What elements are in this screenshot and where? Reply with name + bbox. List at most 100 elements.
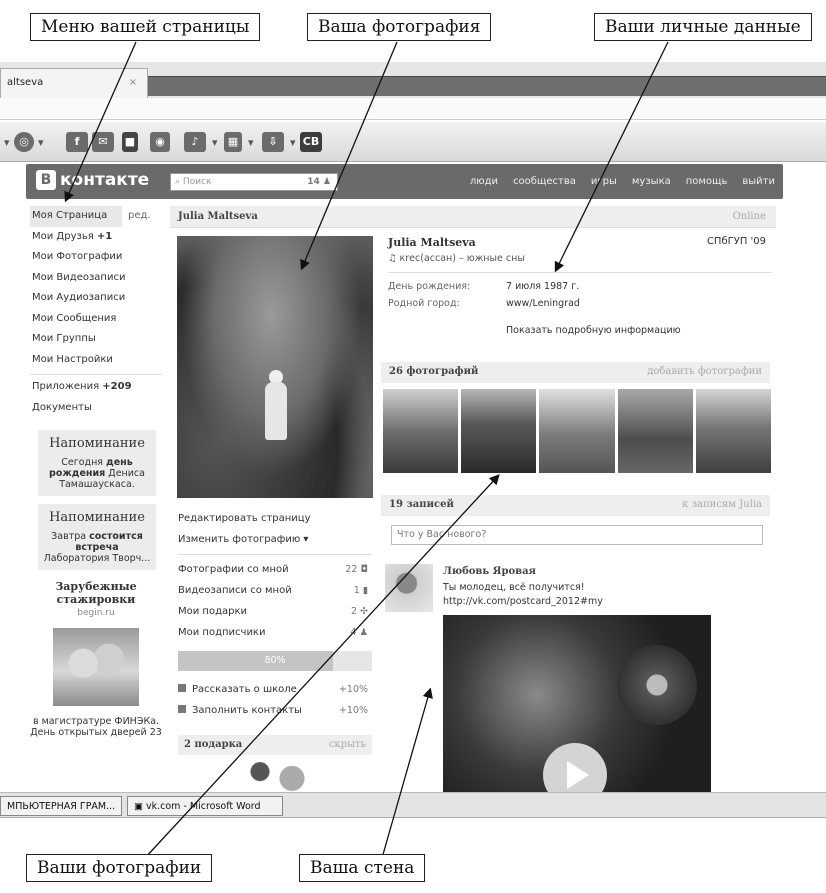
cb-icon[interactable]: CB (300, 132, 322, 152)
gifts-header: 2 подарка скрыть (178, 735, 372, 755)
edit-link[interactable]: ред. (128, 206, 151, 226)
menu-divider (30, 374, 162, 375)
task-school[interactable]: Рассказать о школе +10% (178, 679, 372, 700)
compass-icon[interactable]: ◎ (14, 132, 34, 152)
menu-item-photos[interactable]: Мои Фотографии (30, 247, 162, 268)
dropdown-icon[interactable]: ▾ (4, 136, 10, 149)
photo-thumbnail[interactable] (383, 389, 459, 473)
search-icon: ⌕ (175, 177, 181, 187)
reminder-meeting[interactable]: Напоминание Завтра состоится встреча Лаб… (38, 504, 156, 570)
tab-strip (148, 76, 826, 96)
address-bar[interactable] (0, 98, 826, 120)
videos-with-me-link[interactable]: Видеозаписи со мной 1 ▮ (178, 580, 372, 601)
grid-icon[interactable]: ▦ (224, 132, 242, 152)
wall-count[interactable]: 19 записей (389, 499, 454, 510)
reminder-birthday[interactable]: Напоминание Сегодня день рождения Дениса… (38, 430, 156, 496)
menu-item-audio[interactable]: Мои Аудиозаписи (30, 288, 162, 309)
task-contacts[interactable]: Заполнить контакты +10% (178, 700, 372, 721)
dropdown-icon[interactable]: ▾ (38, 136, 44, 149)
menu-item-apps[interactable]: Приложения +209 (30, 377, 162, 398)
email-icon[interactable]: ✉ (92, 132, 114, 152)
birthday-row: День рождения: 7 июля 1987 г. (388, 281, 772, 298)
vk-logo[interactable]: B контакте (36, 170, 149, 190)
menu-item-videos[interactable]: Мои Видеозаписи (30, 268, 162, 289)
post-link[interactable]: http://vk.com/postcard_2012#my (443, 596, 603, 607)
photos-with-me-link[interactable]: Фотографии со мной 22 ◘ (178, 559, 372, 580)
reminder-title: Напоминание (49, 436, 145, 451)
wall-post-input[interactable]: Что у Вас нового? (391, 525, 763, 545)
post-author[interactable]: Любовь Яровая (443, 566, 536, 577)
photos-title[interactable]: 26 фотографий (389, 366, 478, 377)
profile-photo[interactable] (177, 236, 373, 498)
taskbar-button-document[interactable]: МПЬЮТЕРНАЯ ГРАМ... (0, 796, 122, 816)
callout-wall: Ваша стена (299, 854, 426, 882)
download-icon[interactable]: ⇩ (262, 132, 284, 152)
nav-logout[interactable]: выйти (742, 176, 775, 187)
birthday-value[interactable]: 7 июля 1987 г. (506, 281, 579, 298)
birthday-label: День рождения: (388, 281, 471, 292)
windows-taskbar: МПЬЮТЕРНАЯ ГРАМ... ▣ vk.com - Microsoft … (0, 792, 826, 818)
divider (178, 554, 372, 555)
menu-item-documents[interactable]: Документы (30, 398, 162, 419)
online-status: Online (732, 211, 766, 222)
menu-item-messages[interactable]: Мои Сообщения (30, 309, 162, 330)
camera-icon[interactable]: ■ (122, 132, 138, 152)
menu-item-settings[interactable]: Мои Настройки (30, 350, 162, 371)
school-icon (178, 684, 186, 692)
subscribers-link[interactable]: Мои подписчики 4 ♟ (178, 622, 372, 643)
wall-link[interactable]: к записям Julia (682, 499, 762, 510)
ad-title: Зарубежные стажировки (55, 580, 137, 606)
facebook-icon[interactable]: f (66, 132, 88, 152)
post-video[interactable] (443, 615, 711, 793)
taskbar-button-word[interactable]: ▣ vk.com - Microsoft Word (127, 796, 283, 816)
photo-thumbnail[interactable] (461, 389, 537, 473)
post-text: Ты молодец, всё получится! (443, 582, 585, 593)
divider (388, 272, 772, 273)
ad-site: begin.ru (77, 608, 115, 618)
menu-item-groups[interactable]: Мои Группы (30, 329, 162, 350)
university[interactable]: СПбГУП '09 (707, 236, 766, 247)
gifts-count: 2 ✣ (350, 606, 368, 617)
nav-games[interactable]: игры (591, 176, 617, 187)
status-line[interactable]: ♫ кrес(ассан) – южные сны (388, 253, 772, 264)
advertisement[interactable]: Зарубежные стажировки begin.ru в магистр… (30, 580, 162, 738)
nav-music[interactable]: музыка (632, 176, 671, 187)
record-icon[interactable]: ◉ (150, 132, 170, 152)
post-author-avatar[interactable] (385, 564, 433, 612)
browser-tab[interactable]: altseva × (0, 68, 148, 98)
menu-item-friends[interactable]: Мои Друзья +1 (30, 227, 162, 248)
search-count: 14 ♟ (307, 177, 331, 187)
edit-page-link[interactable]: Редактировать страницу (178, 508, 372, 529)
play-icon[interactable] (543, 743, 607, 793)
search-input[interactable]: ⌕ Поиск 14 ♟ (170, 173, 338, 191)
menu-item-my-page[interactable]: Моя Страница ред. (30, 206, 151, 227)
nav-people[interactable]: люди (470, 176, 498, 187)
apps-badge: +209 (102, 381, 132, 392)
ad-image (53, 628, 139, 706)
browser-tab-title: altseva (7, 77, 44, 88)
dropdown-icon[interactable]: ▾ (290, 136, 296, 149)
arrow-wall (381, 687, 433, 859)
show-more-link[interactable]: Показать подробную информацию (506, 325, 772, 336)
left-menu: Моя Страница ред. Мои Друзья +1 Мои Фото… (30, 206, 162, 738)
city-value[interactable]: www/Leningrad (506, 298, 580, 315)
menu-item-label: Мои Друзья (32, 230, 94, 242)
search-placeholder: Поиск (182, 177, 212, 187)
gift-images[interactable] (236, 758, 316, 792)
change-photo-link[interactable]: Изменить фотографию ▾ (178, 529, 372, 550)
nav-communities[interactable]: сообщества (513, 176, 576, 187)
media-icon[interactable]: ♪ (184, 132, 206, 152)
photo-thumbnail[interactable] (617, 389, 693, 473)
nav-help[interactable]: помощь (686, 176, 728, 187)
dropdown-icon[interactable]: ▾ (212, 136, 218, 149)
add-photos-link[interactable]: добавить фотографии (647, 366, 762, 377)
close-tab-icon[interactable]: × (129, 77, 137, 88)
photo-thumbnail[interactable] (695, 389, 772, 473)
photos-count: 22 ◘ (345, 564, 368, 575)
progress-label: 80% (264, 655, 286, 666)
photo-thumbnail[interactable] (539, 389, 615, 473)
videos-count: 1 ▮ (353, 585, 368, 596)
my-gifts-link[interactable]: Мои подарки 2 ✣ (178, 601, 372, 622)
dropdown-icon[interactable]: ▾ (248, 136, 254, 149)
hide-gifts-link[interactable]: скрыть (329, 739, 366, 750)
